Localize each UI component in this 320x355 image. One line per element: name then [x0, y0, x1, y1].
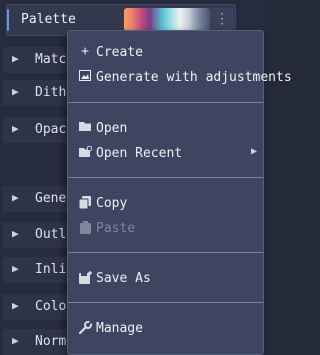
chevron-right-icon: ▶ [12, 52, 19, 65]
menu-divider [68, 102, 263, 103]
folder-clock-icon [78, 145, 92, 160]
palette-context-menu: + Create Generate with adjustments Open … [67, 30, 292, 355]
menu-item-label: Save As [96, 271, 151, 286]
chevron-right-icon: ▶ [12, 334, 19, 347]
submenu-arrow-icon: ▶ [250, 146, 257, 157]
palette-gradient-preview[interactable] [124, 8, 210, 31]
chevron-right-icon: ▶ [12, 122, 19, 135]
menu-item-create[interactable]: + Create [68, 42, 263, 64]
menu-item-label: Copy [96, 196, 128, 211]
chevron-right-icon: ▶ [12, 85, 19, 98]
menu-item-open[interactable]: Open [68, 118, 263, 140]
menu-divider [68, 252, 263, 253]
clipboard-icon [78, 221, 92, 235]
plus-icon: + [81, 44, 89, 59]
menu-divider [68, 302, 263, 303]
folder-open-icon [78, 121, 92, 135]
menu-item-label: Generate with adjustments [96, 70, 292, 85]
menu-item-manage[interactable]: Manage [68, 318, 263, 340]
menu-item-open-recent[interactable]: Open Recent ▶ [68, 143, 263, 165]
save-as-icon [78, 271, 92, 285]
menu-item-save-as[interactable]: Save As [68, 268, 263, 290]
image-icon [78, 70, 92, 84]
header-accent [7, 9, 9, 31]
chevron-right-icon: ▶ [12, 299, 19, 312]
palette-title: Palette [21, 12, 76, 27]
menu-divider [68, 177, 263, 178]
menu-item-copy[interactable]: Copy [68, 193, 263, 215]
menu-item-label: Paste [96, 221, 136, 236]
menu-item-paste[interactable]: Paste [68, 218, 263, 240]
chevron-right-icon: ▶ [12, 262, 19, 275]
palette-menu-button[interactable]: ⋮ [210, 8, 234, 31]
chevron-right-icon: ▶ [12, 191, 19, 204]
menu-item-generate[interactable]: Generate with adjustments [68, 67, 292, 89]
copy-icon [78, 196, 92, 210]
menu-item-label: Create [96, 45, 143, 60]
kebab-icon: ⋮ [215, 11, 229, 27]
wrench-icon [78, 320, 93, 335]
menu-item-label: Open [96, 121, 128, 136]
chevron-right-icon: ▶ [12, 227, 19, 240]
menu-item-label: Open Recent [96, 146, 183, 161]
menu-item-label: Manage [96, 321, 143, 336]
